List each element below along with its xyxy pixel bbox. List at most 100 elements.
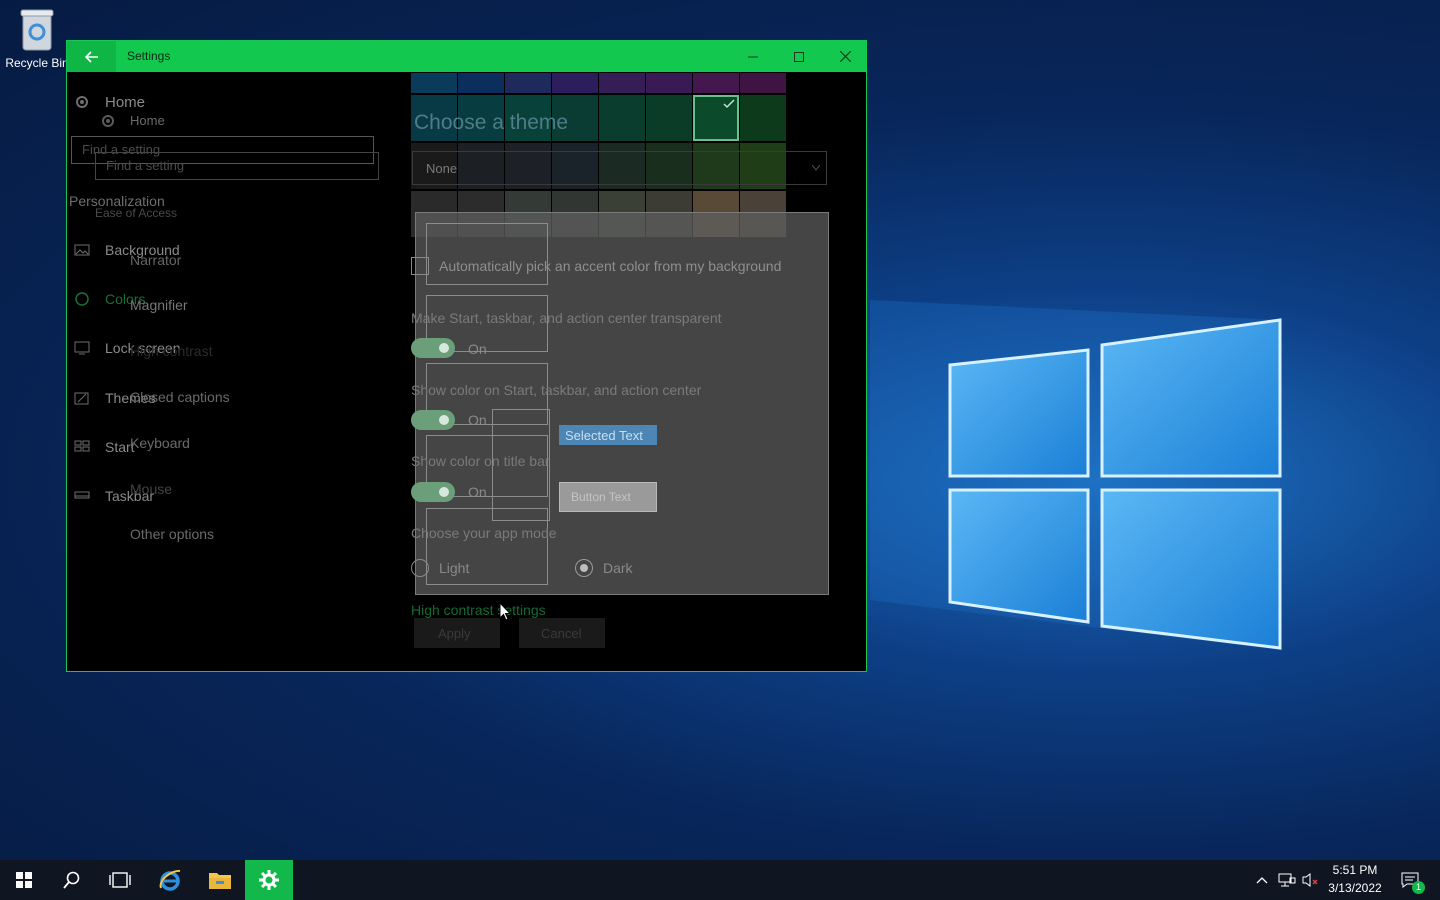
sidebar-home-link-2[interactable]: Home (130, 113, 165, 128)
recycle-bin-desktop-icon[interactable]: Recycle Bin (4, 6, 70, 70)
chevron-up-icon (1256, 877, 1268, 884)
apply-button[interactable]: Apply (414, 618, 500, 648)
color-swatch[interactable] (552, 73, 598, 93)
recycle-bin-label: Recycle Bin (5, 56, 69, 70)
clock-time[interactable]: 5:51 PM (1326, 863, 1384, 877)
minimize-button[interactable] (730, 41, 776, 72)
volume-tray-button[interactable] (1299, 860, 1323, 900)
show-color-start-label: Show color on Start, taskbar, and action… (411, 382, 702, 398)
settings-taskbar-button[interactable] (245, 860, 293, 900)
show-color-start-state: On (468, 412, 487, 428)
maximize-icon (794, 51, 804, 62)
theme-dropdown[interactable]: None (412, 151, 827, 185)
back-arrow-icon (84, 50, 98, 63)
transparent-state: On (468, 341, 487, 357)
settings-window: Settings Home Find a setting Personaliza… (66, 40, 867, 672)
gear-icon (259, 870, 279, 890)
search-button[interactable] (48, 860, 96, 900)
chevron-down-icon (812, 165, 820, 171)
theme-dropdown-value: None (426, 161, 458, 176)
auto-accent-checkbox[interactable] (411, 257, 429, 275)
show-color-title-toggle[interactable] (411, 482, 455, 502)
radio-dot (580, 564, 588, 572)
color-swatch[interactable] (505, 73, 551, 93)
button-text-sample: Button Text (559, 482, 657, 512)
color-swatch[interactable] (693, 73, 739, 93)
color-swatch[interactable] (411, 73, 457, 93)
sidebar-item-other-options[interactable]: Other options (130, 526, 214, 542)
close-button[interactable] (822, 41, 866, 72)
internet-explorer-icon (159, 869, 181, 891)
network-icon (1278, 873, 1296, 887)
edge-taskbar-button[interactable] (146, 860, 194, 900)
sidebar-item-narrator[interactable]: Narrator (130, 252, 181, 268)
app-mode-label: Choose your app mode (411, 525, 557, 541)
dark-mode-radio[interactable] (575, 559, 593, 577)
mouse-cursor-icon (499, 602, 511, 621)
sidebar-item-closed-captions[interactable]: Closed captions (130, 389, 230, 405)
search-icon (63, 871, 80, 889)
sidebar-item-magnifier[interactable]: Magnifier (130, 297, 188, 313)
show-color-title-label: Show color on title bar (411, 453, 550, 469)
check-icon (723, 99, 735, 109)
show-color-start-toggle[interactable] (411, 410, 455, 430)
file-explorer-button[interactable] (196, 860, 244, 900)
light-mode-label: Light (439, 560, 470, 576)
color-swatch[interactable] (740, 73, 786, 93)
color-swatch[interactable] (599, 73, 645, 93)
taskbar: 5:51 PM 3/13/2022 1 (0, 860, 1440, 900)
title-bar: Settings (67, 41, 866, 72)
dark-mode-label: Dark (603, 560, 633, 576)
folder-icon (209, 873, 231, 889)
sidebar-home-link[interactable]: Home (105, 94, 145, 111)
color-swatch[interactable] (646, 73, 692, 93)
back-button[interactable] (67, 41, 116, 72)
sidebar-section-title-2: Ease of Access (95, 206, 178, 220)
sidebar-item-mouse[interactable]: Mouse (130, 481, 172, 497)
gear-icon (76, 96, 88, 108)
taskbar-icon (74, 491, 90, 499)
color-swatch-selected[interactable] (693, 95, 739, 141)
minimize-icon (748, 56, 758, 57)
show-hidden-icons-button[interactable] (1250, 860, 1274, 900)
maximize-button[interactable] (776, 41, 822, 72)
preview-box (426, 223, 548, 285)
color-swatch[interactable] (646, 95, 692, 141)
start-icon (74, 440, 90, 452)
selected-text-sample: Selected Text (559, 425, 657, 445)
lock-screen-icon (74, 341, 90, 355)
start-button[interactable] (0, 860, 48, 900)
palette-icon (75, 292, 89, 306)
sidebar-item-keyboard[interactable]: Keyboard (130, 435, 190, 451)
picture-icon (74, 244, 90, 256)
toggle-knob (439, 415, 449, 425)
toggle-knob (439, 487, 449, 497)
task-view-icon (109, 872, 131, 888)
color-swatch[interactable] (740, 95, 786, 141)
toggle-knob (439, 343, 449, 353)
action-center-button[interactable]: 1 (1392, 860, 1428, 900)
auto-accent-label: Automatically pick an accent color from … (439, 258, 782, 274)
color-swatch[interactable] (458, 73, 504, 93)
transparent-label: Make Start, taskbar, and action center t… (411, 310, 722, 326)
search-input-2[interactable]: Find a setting (95, 152, 379, 180)
show-color-title-state: On (468, 484, 487, 500)
network-tray-button[interactable] (1275, 860, 1299, 900)
high-contrast-settings-link[interactable]: High contrast settings (411, 602, 546, 618)
themes-icon (74, 392, 89, 405)
volume-muted-icon (1302, 873, 1318, 887)
theme-heading: Choose a theme (414, 111, 569, 134)
gear-icon (102, 115, 114, 127)
sidebar-item-high-contrast[interactable]: High contrast (130, 343, 212, 359)
notification-count-badge: 1 (1412, 881, 1425, 894)
close-icon (839, 51, 851, 62)
windows-start-icon (16, 872, 32, 888)
task-view-button[interactable] (96, 860, 144, 900)
recycle-bin-icon (20, 9, 54, 51)
cancel-button[interactable]: Cancel (519, 618, 605, 648)
transparent-toggle[interactable] (411, 338, 455, 358)
window-title: Settings (127, 49, 171, 63)
color-swatch[interactable] (599, 95, 645, 141)
clock-date[interactable]: 3/13/2022 (1326, 881, 1384, 895)
light-mode-radio[interactable] (411, 559, 429, 577)
